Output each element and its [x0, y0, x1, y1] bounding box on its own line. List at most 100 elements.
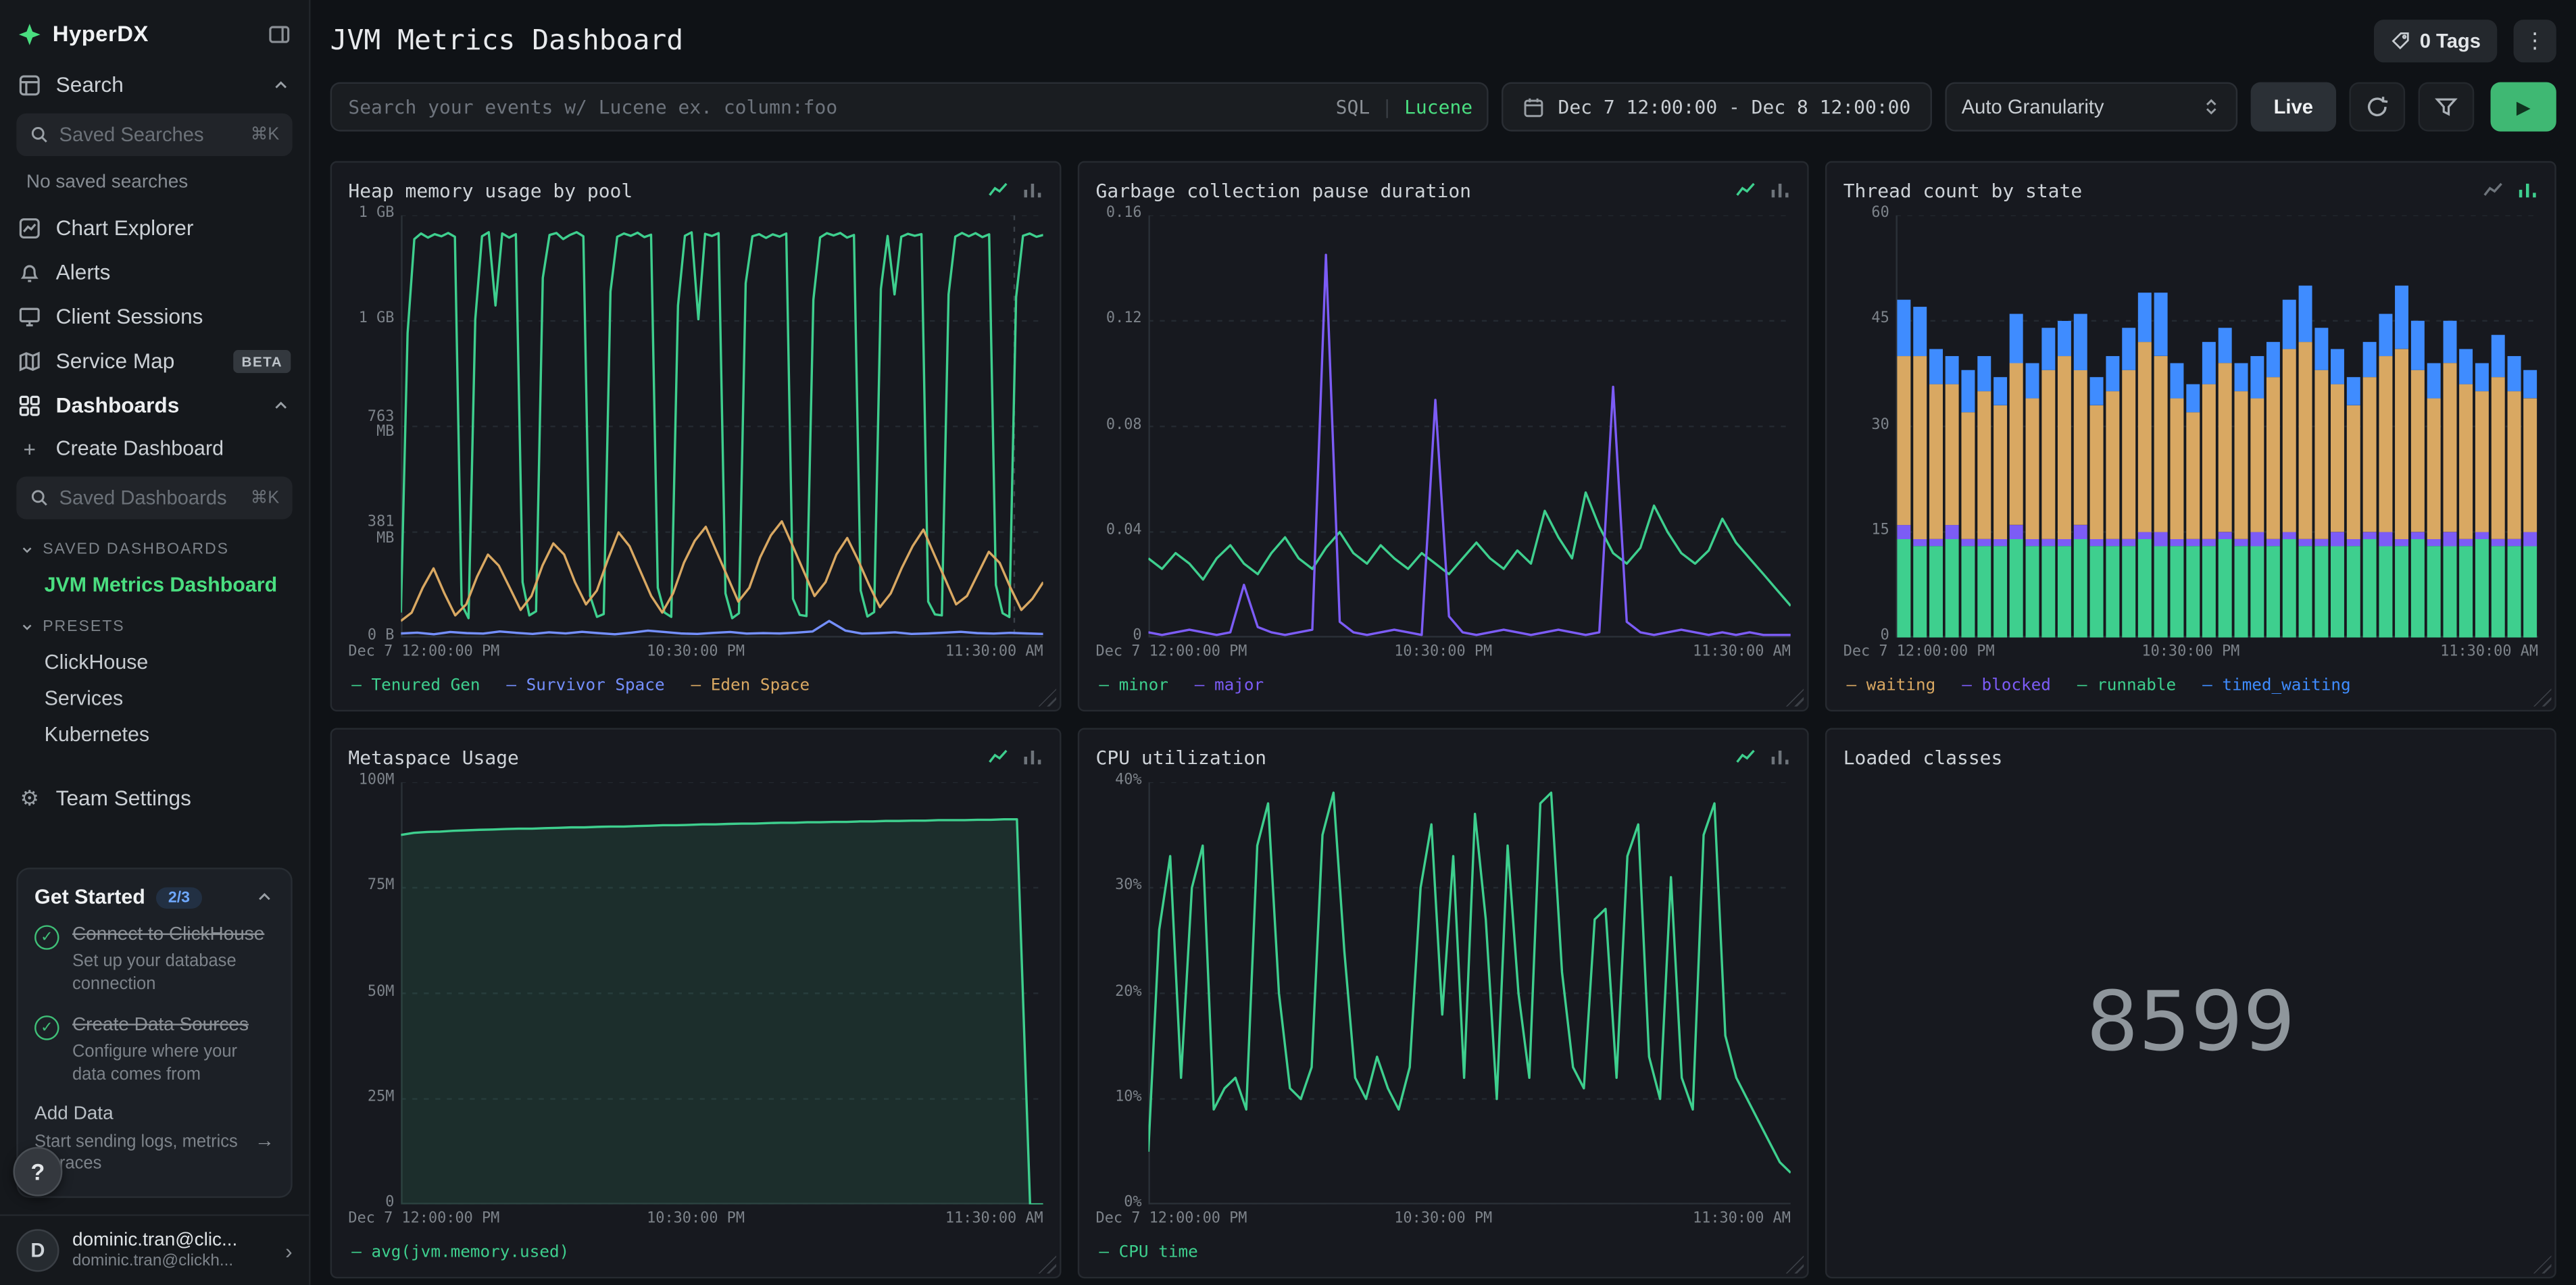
bar-chart-icon[interactable] [1769, 179, 1791, 201]
chart-plot[interactable] [401, 782, 1043, 1205]
sql-toggle[interactable]: SQL [1336, 95, 1370, 118]
sidebar-item-dashboards[interactable]: Dashboards [0, 383, 309, 428]
date-range-picker[interactable]: Dec 7 12:00:00 - Dec 8 12:00:00 [1502, 82, 1932, 132]
chart-title: Metaspace Usage [348, 746, 519, 770]
chevron-down-icon [20, 619, 34, 634]
saved-dashboards-input[interactable] [59, 486, 241, 509]
chevron-up-icon[interactable] [255, 887, 274, 907]
user-menu[interactable]: D dominic.tran@clic... dominic.tran@clic… [0, 1214, 309, 1285]
sidebar-item-label: Service Map [55, 348, 175, 374]
get-started-step-sources[interactable]: ✓ Create Data Sources Configure where yo… [34, 1013, 274, 1087]
chevron-up-icon [271, 395, 291, 415]
chart-plot[interactable] [1148, 782, 1791, 1205]
date-range-value: Dec 7 12:00:00 - Dec 8 12:00:00 [1558, 95, 1911, 119]
y-axis: 0 15 30 45 60 [1871, 205, 1889, 645]
chart-title: Garbage collection pause duration [1095, 179, 1472, 203]
get-started-step-connect[interactable]: ✓ Connect to ClickHouse Set up your data… [34, 924, 274, 997]
chart-legend: — avg(jvm.memory.used) [351, 1242, 570, 1261]
x-axis: Dec 7 12:00:00 PM 10:30:00 PM 11:30:00 AM [1095, 1211, 1791, 1228]
get-started-step-add-data[interactable]: Add Data Start sending logs, metrics or … [34, 1103, 274, 1177]
chart-plot[interactable] [401, 215, 1043, 638]
step-title: Create Data Sources [72, 1015, 249, 1035]
check-circle-icon: ✓ [34, 1015, 59, 1040]
x-axis: Dec 7 12:00:00 PM 10:30:00 PM 11:30:00 AM [1095, 644, 1791, 661]
chart-panel-metaspace[interactable]: Metaspace Usage 0 25M 50M 75M 100M Dec 7 12:… [330, 728, 1062, 1279]
section-label-text: PRESETS [43, 617, 125, 636]
sidebar-item-label: Alerts [55, 259, 111, 284]
tags-button[interactable]: 0 Tags [2373, 20, 2498, 63]
sidebar-dashboard-jvm-metrics[interactable]: JVM Metrics Dashboard [0, 567, 309, 603]
chart-plot[interactable] [1148, 215, 1791, 638]
shortcut-badge: ⌘K [250, 488, 280, 508]
play-icon: ▶ [2516, 97, 2531, 118]
x-axis: Dec 7 12:00:00 PM 10:30:00 PM 11:30:00 AM [348, 644, 1043, 661]
bar-chart-icon[interactable] [2517, 179, 2538, 201]
chart-title: Loaded classes [1843, 746, 2003, 770]
line-chart-icon[interactable] [1735, 746, 1756, 767]
calendar-icon [1523, 96, 1545, 118]
chevron-right-icon: › [285, 1238, 293, 1263]
sidebar-item-service-map[interactable]: Service Map BETA [0, 338, 309, 383]
event-search-input[interactable] [330, 82, 1489, 132]
dashboard-menu-button[interactable]: ⋮ [2513, 20, 2556, 63]
presets-section[interactable]: PRESETS [0, 608, 309, 645]
sidebar-item-alerts[interactable]: Alerts [0, 250, 309, 295]
event-search-wrap: SQL | Lucene [330, 82, 1489, 132]
no-saved-searches-text: No saved searches [26, 172, 189, 193]
chart-panel-gc-pause[interactable]: Garbage collection pause duration 0 0.04 0… [1077, 161, 1809, 712]
chart-panel-loaded-classes[interactable]: Loaded classes 8599 [1825, 728, 2556, 1279]
granularity-select[interactable]: Auto Granularity [1945, 82, 2238, 132]
sidebar-item-client-sessions[interactable]: Client Sessions [0, 294, 309, 338]
app-root: HyperDX Search ⌘K No saved searches [0, 0, 2576, 1285]
refresh-button[interactable] [2349, 82, 2406, 132]
brand-row: HyperDX [0, 0, 309, 62]
x-axis: Dec 7 12:00:00 PM 10:30:00 PM 11:30:00 AM [348, 1211, 1043, 1228]
live-button[interactable]: Live [2250, 82, 2337, 132]
saved-searches-input[interactable] [59, 123, 241, 147]
step-title: Add Data [34, 1105, 114, 1125]
map-icon [18, 349, 41, 372]
sidebar-item-search[interactable]: Search [0, 62, 309, 107]
chart-plot[interactable] [1896, 215, 2539, 638]
bar-chart-icon[interactable] [1769, 746, 1791, 767]
kebab-icon: ⋮ [2524, 28, 2546, 53]
chart-panel-cpu[interactable]: CPU utilization 0% 10% 20% 30% 40% Dec 7 12:… [1077, 728, 1809, 1279]
run-query-button[interactable]: ▶ [2490, 82, 2556, 132]
gear-icon: ⚙ [20, 784, 39, 809]
create-dashboard-button[interactable]: + Create Dashboard [0, 427, 309, 470]
step-desc: Start sending logs, metrics or traces [34, 1132, 238, 1174]
bar-chart-icon[interactable] [1022, 179, 1043, 201]
y-axis: 0% 10% 20% 30% 40% [1115, 772, 1142, 1211]
saved-dashboards-section[interactable]: SAVED DASHBOARDS [0, 531, 309, 568]
section-label-text: SAVED DASHBOARDS [43, 539, 230, 558]
hyperdx-logo-icon [18, 22, 41, 45]
sidebar-item-chart-explorer[interactable]: Chart Explorer [0, 205, 309, 250]
sidebar-item-team-settings[interactable]: ⚙ Team Settings [0, 776, 309, 820]
chart-legend: — Tenured Gen — Survivor Space — Eden Space [351, 676, 810, 695]
query-language-toggle: SQL | Lucene [1336, 82, 1472, 132]
filter-icon [2435, 95, 2458, 118]
line-chart-icon[interactable] [987, 179, 1009, 201]
chevron-down-icon [20, 541, 34, 556]
filter-button[interactable] [2418, 82, 2475, 132]
line-chart-icon[interactable] [2482, 179, 2504, 201]
sidebar-preset-clickhouse[interactable]: ClickHouse [0, 644, 309, 680]
sidebar-item-label: Client Sessions [55, 303, 203, 329]
check-circle-icon: ✓ [34, 925, 59, 950]
create-dashboard-label: Create Dashboard [55, 436, 224, 461]
tags-button-label: 0 Tags [2419, 29, 2481, 53]
line-chart-icon[interactable] [1735, 179, 1756, 201]
help-button[interactable]: ? [13, 1147, 63, 1196]
bar-chart-icon[interactable] [1022, 746, 1043, 767]
line-chart-icon[interactable] [987, 746, 1009, 767]
tag-icon [2390, 31, 2410, 51]
sidebar-preset-kubernetes[interactable]: Kubernetes [0, 716, 309, 753]
chart-panel-heap-memory[interactable]: Heap memory usage by pool 0 B 381 MB 763 M… [330, 161, 1062, 712]
search-icon [30, 125, 49, 145]
step-desc: Configure where your data comes from [72, 1042, 238, 1084]
page-title: JVM Metrics Dashboard [330, 24, 684, 58]
sidebar-collapse-icon[interactable] [268, 22, 291, 45]
chart-panel-thread-count[interactable]: Thread count by state 0 15 30 45 60 Dec 7 12… [1825, 161, 2556, 712]
lucene-toggle[interactable]: Lucene [1404, 95, 1472, 118]
sidebar-preset-services[interactable]: Services [0, 680, 309, 717]
